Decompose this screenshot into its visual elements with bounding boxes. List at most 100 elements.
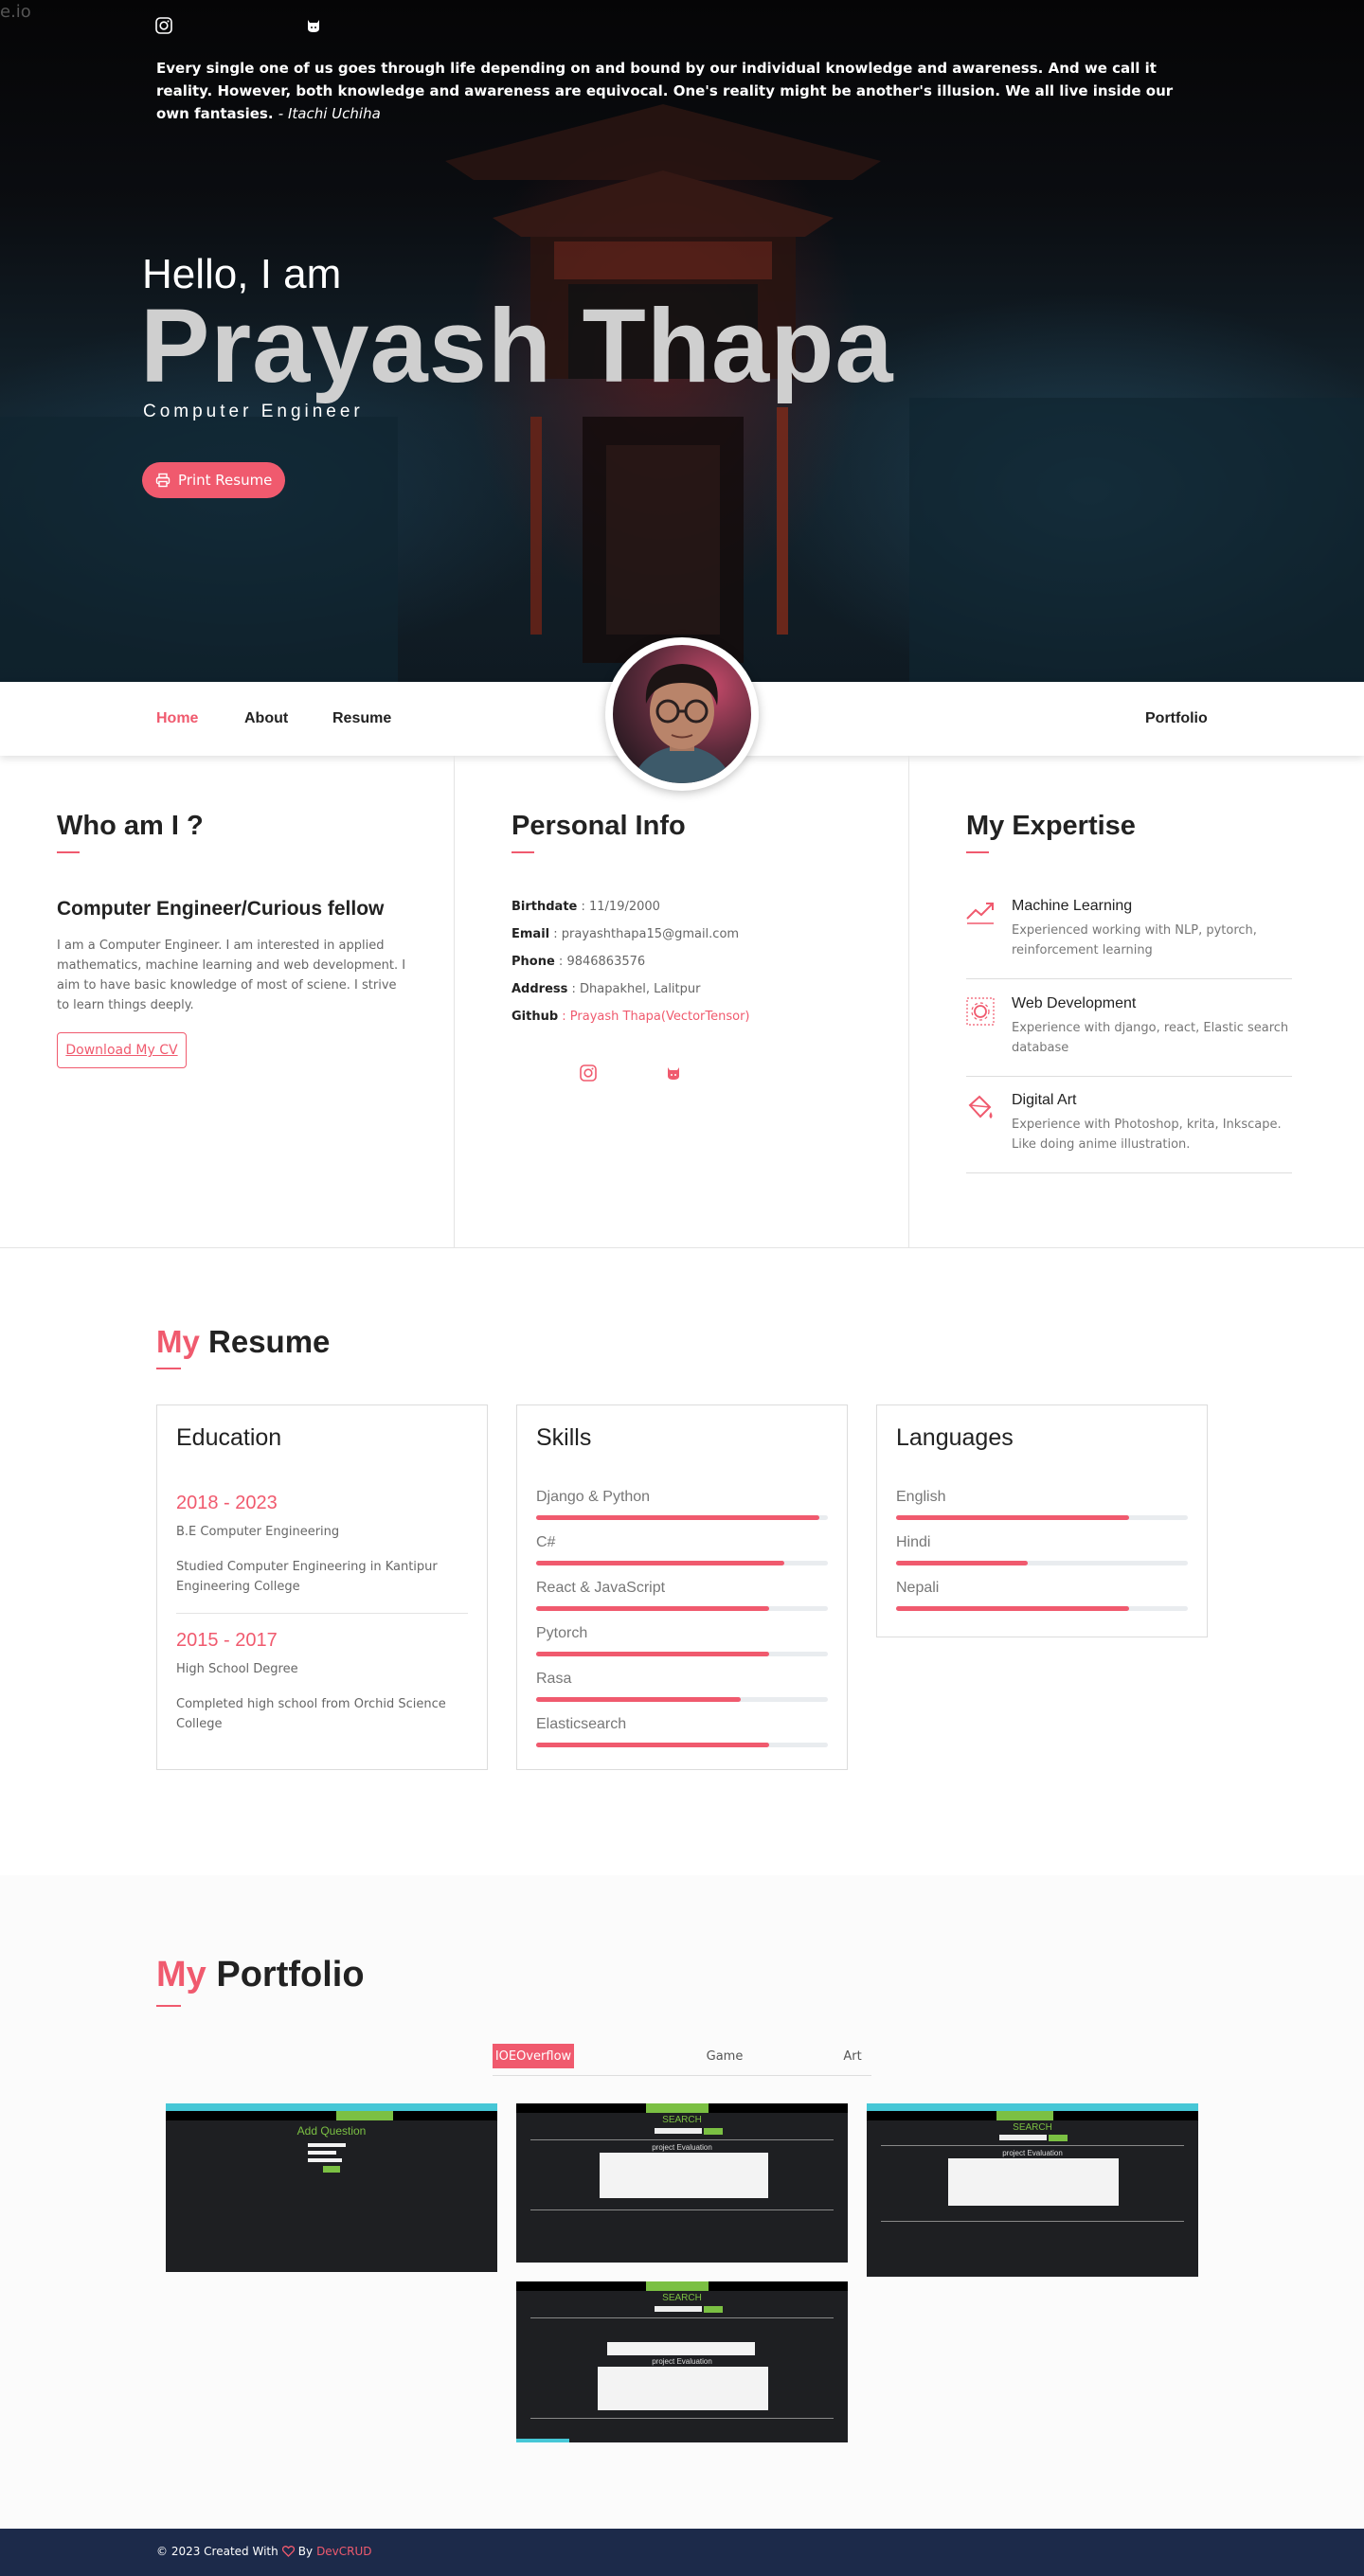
progress-fill — [536, 1652, 769, 1656]
skills-card: Skills Django & Python C# React & JavaScri… — [516, 1404, 848, 1770]
shot-heading: SEARCH — [1013, 2122, 1052, 2133]
address-label: Address — [512, 982, 568, 996]
progress-track — [896, 1561, 1188, 1565]
progress-fill — [536, 1697, 741, 1702]
site-menubar — [166, 2111, 497, 2120]
heart-icon — [281, 2546, 295, 2557]
expertise-title: Digital Art — [1012, 1092, 1077, 1108]
portfolio-item[interactable]: SEARCH project Evaluation — [516, 2103, 848, 2263]
instagram-icon[interactable] — [155, 17, 172, 34]
skill-label: English — [896, 1489, 946, 1505]
search-box-thumbnail — [655, 2306, 702, 2312]
expertise-item: Digital Art Experience with Photoshop, k… — [966, 1092, 1292, 1173]
education-degree: High School Degree — [176, 1662, 298, 1676]
active-menu-tab — [646, 2281, 709, 2291]
languages-heading: Languages — [896, 1424, 1014, 1451]
github-link[interactable]: : Prayash Thapa(VectorTensor) — [558, 1010, 749, 1024]
quote-author: - Itachi Uchiha — [278, 105, 381, 122]
nav-about[interactable]: About — [244, 710, 288, 727]
active-menu-tab — [336, 2111, 393, 2120]
progress-fill — [896, 1606, 1129, 1611]
heading-underline — [512, 851, 534, 853]
nav-home[interactable]: Home — [156, 710, 198, 727]
portfolio-item[interactable]: SEARCH project Evaluation — [867, 2103, 1198, 2277]
skill-label: Django & Python — [536, 1489, 651, 1505]
browser-bar — [166, 2103, 497, 2111]
skill-label: Nepali — [896, 1580, 940, 1596]
search-box-thumbnail — [999, 2135, 1047, 2140]
skill-label: Hindi — [896, 1534, 931, 1550]
progress-track — [896, 1515, 1188, 1520]
languages-card: Languages English Hindi Nepali — [876, 1404, 1208, 1637]
footer-brand-link[interactable]: DevCRUD — [316, 2545, 371, 2558]
personal-social-icons — [580, 1064, 682, 1086]
about-subtitle: Computer Engineer/Curious fellow — [57, 898, 385, 920]
avatar-photo — [613, 645, 751, 783]
column-divider — [908, 756, 909, 1248]
portfolio-filters: IOEOverflow Game Art — [493, 2044, 871, 2076]
portfolio-title: My Portfolio — [156, 1955, 365, 1995]
shot-caption: project Evaluation — [652, 2357, 712, 2366]
search-button-thumbnail — [1049, 2135, 1068, 2141]
expertise-desc: Experience with Photoshop, krita, Inksca… — [1012, 1118, 1282, 1152]
print-resume-label: Print Resume — [178, 472, 273, 489]
trending-up-icon — [966, 900, 995, 929]
email-value[interactable]: : prayashthapa15@gmail.com — [549, 927, 739, 941]
address-value: : Dhapakhel, Lalitpur — [567, 982, 701, 996]
portfolio-item[interactable]: SEARCH project Evaluation — [516, 2281, 848, 2442]
progress-track — [536, 1697, 828, 1702]
shot-heading: Add Question — [296, 2124, 367, 2138]
skill-label: React & JavaScript — [536, 1580, 666, 1596]
progress-fill — [536, 1743, 769, 1747]
github-icon[interactable] — [305, 17, 322, 34]
search-box-thumbnail — [655, 2128, 702, 2134]
education-desc: Completed high school from Orchid Scienc… — [176, 1697, 446, 1731]
hero-section: e.io Every single one of us goes through… — [0, 0, 1364, 682]
nav-resume[interactable]: Resume — [332, 710, 391, 727]
resume-title: My Resume — [156, 1324, 330, 1360]
filter-game[interactable]: Game — [687, 2044, 763, 2068]
printer-icon — [155, 473, 170, 488]
progress-track — [536, 1515, 828, 1520]
gear-icon — [966, 997, 995, 1030]
birthdate-label: Birthdate — [512, 900, 578, 914]
progress-track — [536, 1606, 828, 1611]
progress-fill — [896, 1561, 1028, 1565]
scroll-indicator — [516, 2439, 569, 2442]
document-thumbnail — [600, 2153, 768, 2198]
shot-heading: SEARCH — [662, 2115, 702, 2125]
progress-fill — [536, 1606, 769, 1611]
phone-value: : 9846863576 — [554, 955, 646, 969]
github-label: Github — [512, 1010, 559, 1024]
progress-track — [536, 1743, 828, 1747]
who-am-i-heading: Who am I ? — [57, 811, 204, 841]
education-divider — [176, 1613, 468, 1614]
divider — [530, 2317, 834, 2318]
progress-track — [536, 1652, 828, 1656]
heading-underline — [156, 1368, 181, 1369]
download-cv-button[interactable]: Download My CV — [57, 1032, 187, 1068]
document-thumbnail — [598, 2367, 768, 2410]
shot-caption: project Evaluation — [652, 2143, 712, 2152]
footer: © 2023 Created With By DevCRUD — [0, 2529, 1364, 2576]
form-field — [308, 2143, 346, 2147]
expertise-item: Machine Learning Experienced working wit… — [966, 898, 1292, 979]
skills-heading: Skills — [536, 1424, 592, 1451]
filter-ioeoverflow[interactable]: IOEOverflow — [493, 2044, 574, 2068]
github-icon[interactable] — [665, 1064, 682, 1086]
progress-fill — [896, 1515, 1129, 1520]
heading-underline — [156, 2005, 181, 2007]
portfolio-item[interactable]: Add Question — [166, 2103, 497, 2272]
nav-portfolio[interactable]: Portfolio — [1145, 710, 1208, 727]
active-menu-tab — [996, 2111, 1053, 2120]
personal-info-heading: Personal Info — [512, 811, 686, 841]
print-resume-button[interactable]: Print Resume — [142, 462, 286, 498]
skill-label: C# — [536, 1534, 556, 1550]
footer-by: By — [297, 2545, 314, 2558]
divider — [530, 2139, 834, 2140]
filter-art[interactable]: Art — [834, 2044, 871, 2068]
education-degree: B.E Computer Engineering — [176, 1525, 340, 1539]
instagram-icon[interactable] — [580, 1064, 597, 1086]
shot-caption: project Evaluation — [1002, 2149, 1063, 2157]
heading-underline — [966, 851, 989, 853]
